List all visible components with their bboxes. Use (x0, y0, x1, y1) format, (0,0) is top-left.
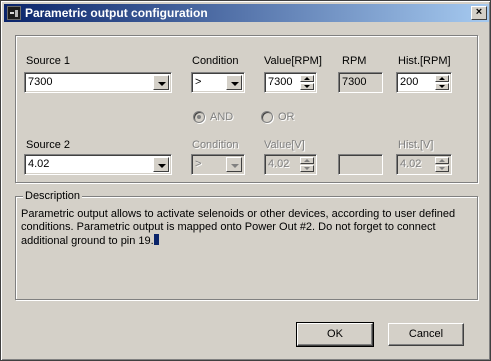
source1-select[interactable]: 7300 (24, 72, 172, 93)
description-body: Parametric output allows to activate sel… (21, 208, 456, 247)
app-icon (7, 6, 21, 20)
source2-select-value: 4.02 (28, 158, 50, 170)
source2-value-spinner (300, 157, 314, 172)
chevron-down-icon[interactable] (153, 75, 169, 90)
source2-select[interactable]: 4.02 (24, 154, 172, 175)
cancel-button[interactable]: Cancel (388, 323, 464, 346)
source2-hist-label: Hist.[V] (398, 139, 434, 151)
spin-up-icon[interactable] (300, 75, 314, 82)
description-text[interactable]: Parametric output allows to activate sel… (21, 208, 476, 248)
description-group: Description Parametric output allows to … (15, 190, 478, 300)
title-bar[interactable]: Parametric output configuration × (4, 4, 489, 22)
source1-value-label: Value[RPM] (264, 55, 322, 67)
source2-live-readout (338, 154, 383, 175)
chevron-down-icon[interactable] (226, 75, 242, 90)
source2-hist-text: 4.02 (400, 158, 422, 170)
source1-label: Source 1 (26, 55, 71, 67)
source1-value-input[interactable]: 7300 (264, 72, 317, 93)
spin-up-icon[interactable] (435, 75, 449, 82)
source1-value-spinner[interactable] (300, 75, 314, 90)
and-radio[interactable] (193, 111, 205, 123)
source2-condition-label: Condition (192, 139, 239, 151)
chevron-down-icon[interactable] (153, 157, 169, 172)
source2-value-label: Value[V] (264, 139, 305, 151)
spin-down-icon[interactable] (435, 83, 449, 90)
source1-select-value: 7300 (28, 76, 53, 88)
source2-label: Source 2 (26, 139, 71, 151)
spin-up-icon (435, 157, 449, 164)
close-icon[interactable]: × (471, 6, 487, 20)
spin-down-icon[interactable] (300, 83, 314, 90)
source1-live-value: 7300 (342, 76, 367, 88)
source1-live-label: RPM (342, 55, 367, 67)
source2-condition-value: > (195, 158, 202, 170)
source2-hist-input: 4.02 (396, 154, 452, 175)
source1-hist-text: 200 (400, 76, 419, 88)
spin-down-icon (435, 165, 449, 172)
source2-condition-select: > (191, 154, 245, 175)
source2-value-input: 4.02 (264, 154, 317, 175)
source1-hist-label: Hist.[RPM] (398, 55, 451, 67)
dialog-window: Parametric output configuration × Source… (0, 0, 491, 361)
spin-up-icon (300, 157, 314, 164)
source1-live-readout: 7300 (338, 72, 383, 93)
window-title: Parametric output configuration (25, 6, 208, 20)
source2-value-text: 4.02 (268, 158, 290, 170)
source1-hist-input[interactable]: 200 (396, 72, 452, 93)
source2-hist-spinner (435, 157, 449, 172)
text-caret (153, 234, 159, 245)
description-legend: Description (23, 190, 83, 202)
source1-condition-label: Condition (192, 55, 239, 67)
source1-value-text: 7300 (268, 76, 293, 88)
source1-condition-value: > (195, 76, 202, 88)
spin-down-icon (300, 165, 314, 172)
ok-button[interactable]: OK (296, 322, 374, 347)
and-radio-label: AND (210, 111, 234, 123)
source1-hist-spinner[interactable] (435, 75, 449, 90)
chevron-down-icon (226, 157, 242, 172)
or-radio[interactable] (261, 111, 273, 123)
source1-condition-select[interactable]: > (191, 72, 245, 93)
or-radio-label: OR (278, 111, 295, 123)
